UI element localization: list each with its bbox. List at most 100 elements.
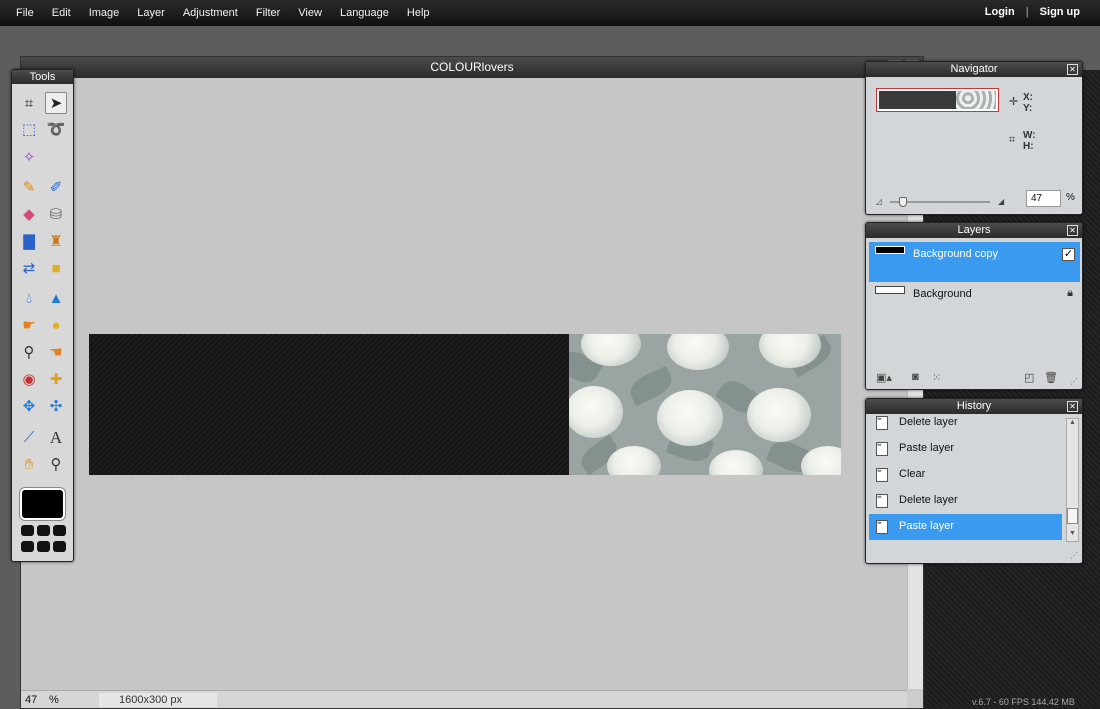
history-item-label: Delete layer <box>899 416 958 428</box>
document-window: COLOURlovers ▫ ✕ <box>20 56 924 709</box>
navigator-panel: Navigator ✕ ✛ X: Y: ⌗ W: H: ◿ ◢ 47 % <box>865 61 1083 215</box>
resize-corner[interactable] <box>907 690 923 708</box>
menu-image[interactable]: Image <box>89 7 120 19</box>
scroll-up-icon[interactable]: ▲ <box>1067 419 1078 430</box>
cursor-position: ✛ X: Y: <box>1009 92 1033 114</box>
pinch-icon[interactable]: ✣ <box>45 395 67 417</box>
tools-panel: Tools ⌗ ➤ ⬚ ➰ ✧ ✎ ✐ ◆ ⛁ ▇ ♜ ⇄ ■ 💧︎ ▲ ☛ ●… <box>11 69 74 562</box>
lasso-icon[interactable]: ➰ <box>45 118 67 140</box>
shape-icon[interactable]: ■ <box>45 257 67 279</box>
pencil-icon[interactable]: ✎ <box>18 176 40 198</box>
layers-titlebar[interactable]: Layers ✕ <box>866 223 1082 238</box>
resize-grip-icon[interactable]: ⋰ <box>1070 377 1078 386</box>
menu-filter[interactable]: Filter <box>256 7 280 19</box>
hand-icon[interactable]: ✋︎ <box>18 453 40 475</box>
swatch-mini[interactable] <box>53 541 66 552</box>
zoom-slider-handle[interactable] <box>899 197 907 207</box>
layer-row-background-copy[interactable]: Background copy ✓ <box>869 242 1080 282</box>
spot-heal-icon[interactable]: ✚ <box>45 368 67 390</box>
zoom-icon[interactable]: ⚲ <box>45 453 67 475</box>
history-scrollbar[interactable]: ▲ ▼ <box>1066 418 1079 542</box>
tools-title[interactable]: Tools <box>12 70 73 84</box>
login-link[interactable]: Login <box>985 6 1015 18</box>
swatch-mini[interactable] <box>37 541 50 552</box>
selection-size: ⌗ W: H: <box>1009 130 1036 152</box>
swatch-mini[interactable] <box>53 525 66 536</box>
history-step-icon: ≡ <box>876 467 888 482</box>
text-icon[interactable]: A <box>45 426 67 448</box>
eraser-icon[interactable]: ◆ <box>18 203 40 225</box>
history-item[interactable]: ≡ Delete layer <box>869 410 1062 436</box>
layer-style-icon[interactable]: ⁙ <box>932 371 941 384</box>
menu-bar: File Edit Image Layer Adjustment Filter … <box>0 0 1100 26</box>
magic-wand-icon[interactable]: ✧ <box>18 146 40 168</box>
history-item-label: Paste layer <box>899 442 955 454</box>
zoom-value[interactable]: 47 <box>25 694 49 706</box>
lock-icon: 🔒︎ <box>1067 287 1073 299</box>
close-icon[interactable]: ✕ <box>1067 225 1078 236</box>
marquee-icon[interactable]: ⬚ <box>18 118 40 140</box>
w-label: W: <box>1023 130 1036 141</box>
dodge-icon[interactable]: ⚲ <box>18 341 40 363</box>
canvas-image[interactable] <box>89 334 841 475</box>
history-panel: History ✕ ≡ Delete layer ≡ Paste layer ≡… <box>865 398 1083 564</box>
bucket-icon[interactable]: ⛁ <box>45 203 67 225</box>
zoom-out-icon[interactable]: ◿ <box>876 197 882 206</box>
scroll-down-icon[interactable]: ▼ <box>1067 530 1078 541</box>
layer-row-background[interactable]: Background 🔒︎ <box>869 282 1080 322</box>
history-item-label: Delete layer <box>899 494 958 506</box>
sharpen-icon[interactable]: ▲ <box>45 287 67 309</box>
red-eye-icon[interactable]: ◉ <box>18 368 40 390</box>
gradient-icon[interactable]: ▇ <box>18 230 40 252</box>
canvas-area[interactable] <box>21 78 907 689</box>
zoom-input[interactable]: 47 <box>1026 190 1061 207</box>
menu-file[interactable]: File <box>16 7 34 19</box>
zoom-in-icon[interactable]: ◢ <box>998 197 1004 206</box>
crop-icon[interactable]: ⌗ <box>18 92 40 114</box>
menu-edit[interactable]: Edit <box>52 7 71 19</box>
layer-properties-icon[interactable]: ▣▴ <box>876 371 892 384</box>
history-scroll-thumb[interactable] <box>1067 508 1078 524</box>
layer-mask-icon[interactable]: ◙ <box>912 371 919 383</box>
replace-color-icon[interactable]: ⇄ <box>18 257 40 279</box>
layer-thumbnail <box>875 286 905 294</box>
close-icon[interactable]: ✕ <box>1067 401 1078 412</box>
foreground-color-swatch[interactable] <box>19 487 66 521</box>
layer-visibility-checkbox[interactable]: ✓ <box>1062 248 1075 261</box>
menu-help[interactable]: Help <box>407 7 430 19</box>
history-item-selected[interactable]: ≡ Paste layer <box>869 514 1062 540</box>
close-icon[interactable]: ✕ <box>1067 64 1078 75</box>
menu-layer[interactable]: Layer <box>137 7 165 19</box>
menu-view[interactable]: View <box>298 7 322 19</box>
burn-icon[interactable]: ☚ <box>45 341 67 363</box>
swatch-mini[interactable] <box>37 525 50 536</box>
zoom-slider[interactable]: ◿ ◢ <box>876 197 1004 207</box>
document-titlebar[interactable]: COLOURlovers ▫ ✕ <box>21 57 923 78</box>
stamp-icon[interactable]: ♜ <box>45 230 67 252</box>
history-item[interactable]: ≡ Clear <box>869 462 1062 488</box>
swatch-mini[interactable] <box>21 541 34 552</box>
history-step-icon: ≡ <box>876 519 888 534</box>
new-layer-icon[interactable]: ◰ <box>1024 371 1034 384</box>
smudge-icon[interactable]: ☛ <box>18 314 40 336</box>
brush-icon[interactable]: ✐ <box>45 176 67 198</box>
color-picker-icon[interactable]: ⟋ <box>18 426 40 448</box>
menu-adjustment[interactable]: Adjustment <box>183 7 238 19</box>
bloat-icon[interactable]: ✥ <box>18 395 40 417</box>
menu-language[interactable]: Language <box>340 7 389 19</box>
navigator-preview[interactable] <box>876 88 999 112</box>
swatch-mini[interactable] <box>21 525 34 536</box>
blur-icon[interactable]: 💧︎ <box>18 287 40 309</box>
signup-link[interactable]: Sign up <box>1040 6 1080 18</box>
sponge-icon[interactable]: ● <box>45 314 67 336</box>
history-step-icon: ≡ <box>876 493 888 508</box>
account-links: Login | Sign up <box>977 6 1080 18</box>
history-item[interactable]: ≡ Delete layer <box>869 488 1062 514</box>
navigator-titlebar[interactable]: Navigator ✕ <box>866 62 1082 77</box>
history-step-icon: ≡ <box>876 441 888 456</box>
horizontal-scrollbar[interactable] <box>217 691 907 708</box>
trash-icon[interactable]: 🗑︎ <box>1044 371 1058 384</box>
history-item[interactable]: ≡ Paste layer <box>869 436 1062 462</box>
move-icon[interactable]: ➤ <box>45 92 67 114</box>
resize-grip-icon[interactable]: ⋰ <box>1070 551 1078 560</box>
